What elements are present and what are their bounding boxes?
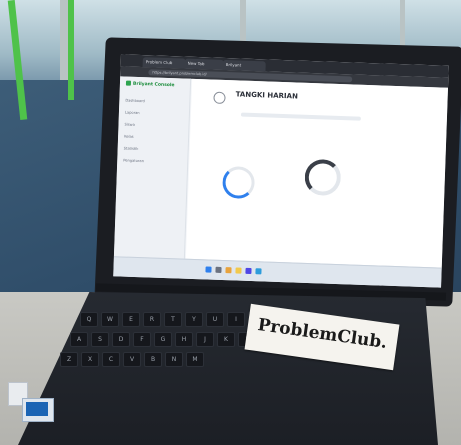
profile-name: TANGKI HARIAN bbox=[235, 90, 299, 101]
gauge-right bbox=[304, 158, 342, 197]
keyboard-key[interactable]: Q bbox=[80, 312, 98, 327]
search-icon[interactable] bbox=[215, 266, 222, 273]
gauge-left bbox=[222, 165, 256, 200]
keyboard-key[interactable]: U bbox=[206, 312, 224, 327]
logo-icon bbox=[125, 80, 132, 86]
chair-leg bbox=[68, 0, 74, 100]
keyboard-key[interactable]: K bbox=[217, 332, 235, 347]
keyboard-key[interactable]: V bbox=[123, 352, 141, 367]
sidebar-item[interactable]: Kelas bbox=[124, 135, 134, 139]
keyboard-key[interactable]: N bbox=[165, 352, 183, 367]
keyboard-key[interactable]: D bbox=[112, 332, 130, 347]
avatar bbox=[213, 91, 226, 105]
intel-badge bbox=[22, 398, 54, 422]
main-content: TANGKI HARIAN bbox=[185, 78, 449, 268]
sidebar-item[interactable]: Pengaturan bbox=[123, 158, 144, 163]
store-icon[interactable] bbox=[245, 267, 252, 275]
keyboard-key[interactable]: W bbox=[101, 312, 119, 327]
brand-name: Brilyant Console bbox=[132, 81, 175, 89]
filter-toolbar bbox=[240, 112, 361, 121]
window-frame bbox=[60, 0, 68, 90]
sidebar-item[interactable]: Siswa bbox=[124, 123, 134, 127]
keyboard-key[interactable]: I bbox=[227, 312, 245, 327]
keyboard-key[interactable]: G bbox=[154, 332, 172, 347]
app-sidebar: Brilyant Console Dashboard Laporan Siswa… bbox=[113, 76, 192, 259]
keyboard-key[interactable]: R bbox=[143, 312, 161, 327]
laptop-screen: Problem Club New Tab Brilyant https://br… bbox=[113, 54, 449, 288]
keyboard-key[interactable]: Z bbox=[60, 352, 78, 367]
keyboard-key[interactable]: Y bbox=[185, 312, 203, 327]
browser-icon[interactable] bbox=[225, 267, 232, 274]
keyboard-key[interactable]: E bbox=[122, 312, 140, 327]
keyboard-key[interactable]: T bbox=[164, 312, 182, 327]
sidebar-item[interactable]: Statistik bbox=[124, 146, 139, 151]
keyboard-key[interactable]: S bbox=[91, 332, 109, 347]
folder-icon[interactable] bbox=[235, 267, 242, 274]
app-logo: Brilyant Console bbox=[125, 80, 175, 89]
mail-icon[interactable] bbox=[255, 268, 262, 275]
keyboard-key[interactable]: C bbox=[102, 352, 120, 367]
sidebar-item[interactable]: Dashboard bbox=[125, 99, 145, 104]
intel-logo bbox=[26, 402, 48, 416]
keyboard-key[interactable]: J bbox=[196, 332, 214, 347]
start-icon[interactable] bbox=[205, 266, 212, 273]
keyboard-key[interactable]: F bbox=[133, 332, 151, 347]
keyboard-key[interactable]: X bbox=[81, 352, 99, 367]
keyboard-key[interactable]: H bbox=[175, 332, 193, 347]
sidebar-item[interactable]: Laporan bbox=[125, 111, 140, 116]
keyboard-key[interactable]: M bbox=[186, 352, 204, 367]
keyboard-key[interactable]: B bbox=[144, 352, 162, 367]
keyboard-key[interactable]: A bbox=[70, 332, 88, 347]
